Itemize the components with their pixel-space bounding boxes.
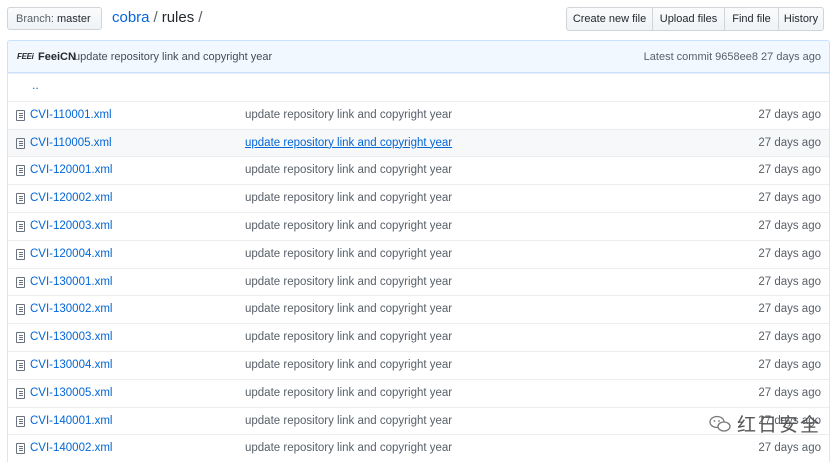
file-row[interactable]: CVI-130001.xml update repository link and… bbox=[8, 267, 829, 296]
breadcrumb-separator: / bbox=[198, 9, 203, 26]
branch-selector-button[interactable]: Branch: master bbox=[7, 7, 102, 45]
file-commit-message-link[interactable]: update repository link and copyright yea… bbox=[245, 359, 452, 371]
file-name-link[interactable]: CVI-140002.xml bbox=[30, 442, 112, 454]
file-age: 27 days ago bbox=[758, 358, 821, 371]
file-actions: Create new file Upload files Find file H… bbox=[566, 7, 824, 31]
file-name-link[interactable]: CVI-130001.xml bbox=[30, 276, 112, 288]
file-commit-message-link[interactable]: update repository link and copyright yea… bbox=[245, 164, 452, 176]
file-commit-message-link[interactable]: update repository link and copyright yea… bbox=[245, 331, 452, 343]
file-name-link[interactable]: CVI-120002.xml bbox=[30, 192, 112, 204]
file-navigation: Branch: master cobra / rules / Create new f… bbox=[0, 0, 831, 45]
latest-commit-info[interactable]: Latest commit 9658ee8 27 days ago bbox=[644, 51, 821, 63]
file-commit-message-link[interactable]: update repository link and copyright yea… bbox=[245, 442, 452, 454]
file-age: 27 days ago bbox=[758, 219, 821, 232]
file-row[interactable]: CVI-120004.xml update repository link and… bbox=[8, 239, 829, 268]
file-commit-message-link[interactable]: update repository link and copyright yea… bbox=[245, 276, 452, 288]
branch-name: master bbox=[56, 13, 91, 25]
file-row[interactable]: CVI-110005.xml update repository link and… bbox=[8, 128, 829, 157]
breadcrumb-separator: / bbox=[153, 9, 158, 26]
watermark-text: 红日安全 bbox=[736, 415, 821, 436]
file-name-link[interactable]: CVI-110001.xml bbox=[30, 109, 112, 121]
file-name-link[interactable]: CVI-110005.xml bbox=[30, 137, 112, 149]
file-age: 27 days ago bbox=[758, 108, 821, 121]
file-commit-message-link[interactable]: update repository link and copyright yea… bbox=[245, 248, 452, 260]
file-row[interactable]: CVI-120003.xml update repository link and… bbox=[8, 211, 829, 240]
file-name-link[interactable]: CVI-130003.xml bbox=[30, 331, 112, 343]
file-age: 27 days ago bbox=[758, 136, 821, 149]
breadcrumb-repo-link[interactable]: cobra bbox=[112, 9, 150, 26]
file-icon bbox=[16, 137, 25, 149]
latest-commit-bar: FEEi FeeiCN update repository link and c… bbox=[7, 40, 830, 73]
watermark: 红日安全 bbox=[709, 410, 821, 437]
file-age: 27 days ago bbox=[758, 275, 821, 288]
file-icon bbox=[16, 248, 25, 260]
file-icon bbox=[16, 332, 25, 344]
file-age: 27 days ago bbox=[758, 442, 821, 455]
file-commit-message-link[interactable]: update repository link and copyright yea… bbox=[245, 220, 452, 232]
file-name-link[interactable]: CVI-140001.xml bbox=[30, 415, 112, 427]
author-avatar[interactable]: FEEi bbox=[17, 52, 34, 61]
file-row[interactable]: CVI-120002.xml update repository link and… bbox=[8, 184, 829, 212]
file-name-link[interactable]: CVI-130005.xml bbox=[30, 387, 112, 399]
find-file-button[interactable]: Find file bbox=[724, 7, 779, 31]
create-new-file-button[interactable]: Create new file bbox=[566, 7, 653, 31]
file-icon bbox=[16, 109, 25, 121]
file-commit-message-link[interactable]: update repository link and copyright yea… bbox=[245, 387, 452, 399]
file-commit-message-link[interactable]: update repository link and copyright yea… bbox=[245, 192, 452, 204]
file-row[interactable]: CVI-130004.xml update repository link and… bbox=[8, 350, 829, 379]
file-commit-message-link[interactable]: update repository link and copyright yea… bbox=[245, 109, 452, 121]
file-row[interactable]: CVI-130005.xml update repository link and… bbox=[8, 378, 829, 407]
file-icon bbox=[16, 443, 25, 455]
file-commit-message-link[interactable]: update repository link and copyright yea… bbox=[245, 303, 452, 315]
breadcrumb-current-dir: rules bbox=[161, 9, 195, 26]
file-age: 27 days ago bbox=[758, 303, 821, 316]
upload-files-button[interactable]: Upload files bbox=[652, 7, 725, 31]
file-icon bbox=[16, 387, 25, 399]
branch-label: Branch: bbox=[16, 13, 54, 25]
file-icon bbox=[16, 304, 25, 316]
file-row[interactable]: CVI-120001.xml update repository link and… bbox=[8, 156, 829, 184]
file-row[interactable]: CVI-130002.xml update repository link and… bbox=[8, 295, 829, 323]
file-name-link[interactable]: CVI-130004.xml bbox=[30, 359, 112, 371]
breadcrumb: cobra / rules / bbox=[112, 9, 206, 27]
history-button[interactable]: History bbox=[778, 7, 824, 31]
parent-directory-link[interactable]: .. bbox=[32, 78, 39, 92]
file-commit-message-link[interactable]: update repository link and copyright yea… bbox=[245, 137, 452, 149]
file-age: 27 days ago bbox=[758, 386, 821, 399]
parent-directory-row[interactable]: .. bbox=[8, 73, 829, 101]
file-icon bbox=[16, 415, 25, 427]
file-icon bbox=[16, 359, 25, 371]
file-name-link[interactable]: CVI-120003.xml bbox=[30, 220, 112, 232]
file-name-link[interactable]: CVI-120004.xml bbox=[30, 248, 112, 260]
file-icon bbox=[16, 276, 25, 288]
file-row[interactable]: CVI-130003.xml update repository link and… bbox=[8, 323, 829, 351]
file-list: .. CVI-110001.xml update repository link … bbox=[7, 73, 830, 462]
file-row[interactable]: CVI-110001.xml update repository link and… bbox=[8, 100, 829, 129]
wechat-icon bbox=[709, 415, 731, 432]
file-name-link[interactable]: CVI-130002.xml bbox=[30, 303, 112, 315]
file-row[interactable]: CVI-140002.xml update repository link and… bbox=[8, 434, 829, 462]
file-age: 27 days ago bbox=[758, 164, 821, 177]
file-name-link[interactable]: CVI-120001.xml bbox=[30, 164, 112, 176]
commit-author-link[interactable]: FeeiCN bbox=[38, 51, 76, 63]
file-row[interactable]: CVI-140001.xml update repository link and… bbox=[8, 406, 829, 435]
file-age: 27 days ago bbox=[758, 247, 821, 260]
commit-message-link[interactable]: update repository link and copyright yea… bbox=[74, 51, 272, 63]
file-age: 27 days ago bbox=[758, 331, 821, 344]
file-icon bbox=[16, 220, 25, 232]
file-commit-message-link[interactable]: update repository link and copyright yea… bbox=[245, 415, 452, 427]
file-icon bbox=[16, 165, 25, 177]
file-age: 27 days ago bbox=[758, 192, 821, 205]
file-icon bbox=[16, 193, 25, 205]
